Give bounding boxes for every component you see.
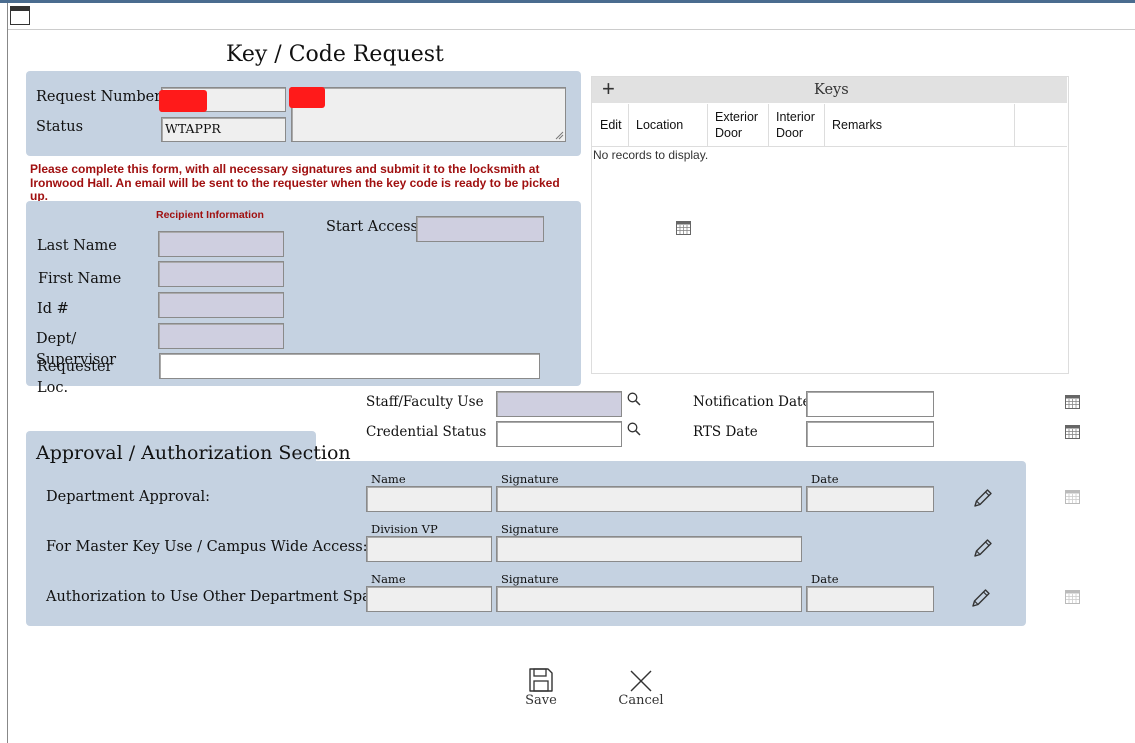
column-divider (628, 104, 629, 146)
search-icon[interactable] (627, 422, 641, 436)
recipient-section-label: Recipient Information (156, 209, 264, 221)
column-location[interactable]: Location (636, 117, 683, 133)
status-field: WTAPPR (161, 117, 286, 142)
notification-date-label: Notification Date (693, 394, 811, 410)
column-divider (1014, 104, 1015, 146)
master-signature-col-label: Signature (501, 522, 559, 536)
requester-loc-label: Loc. (37, 380, 69, 396)
window-top-border (0, 0, 1135, 3)
column-divider (768, 104, 769, 146)
save-icon (529, 668, 553, 692)
staff-faculty-field[interactable] (496, 391, 622, 417)
start-access-field[interactable] (416, 216, 544, 242)
other-department-label: Authorization to Use Other Department Sp… (46, 589, 388, 605)
keys-title: Keys (814, 82, 849, 98)
dept-approval-date-field[interactable] (806, 486, 934, 512)
requester-label: Requester (37, 359, 113, 375)
dept-approval-signature-field[interactable] (496, 486, 802, 512)
pencil-icon[interactable] (970, 587, 992, 609)
calendar-icon (1065, 490, 1080, 504)
requester-location-field[interactable] (159, 353, 540, 379)
redacted-request-number (159, 90, 207, 112)
notification-date-field[interactable] (806, 391, 934, 417)
credential-status-field[interactable] (496, 421, 622, 447)
search-icon[interactable] (627, 392, 641, 406)
add-key-button[interactable]: + (602, 76, 615, 102)
pencil-icon[interactable] (972, 537, 994, 559)
cancel-button[interactable]: Cancel (615, 665, 667, 710)
column-remarks[interactable]: Remarks (832, 117, 882, 133)
instructions-notice: Please complete this form, with all nece… (30, 162, 560, 203)
resize-grip-icon[interactable] (554, 130, 564, 140)
last-name-label: Last Name (37, 238, 117, 254)
other-name-col-label: Name (371, 572, 406, 586)
division-vp-field[interactable] (366, 536, 492, 562)
save-label: Save (525, 693, 557, 708)
column-interior-door[interactable]: Interior Door (776, 109, 820, 141)
column-exterior-door[interactable]: Exterior Door (715, 109, 765, 141)
dept-date-col-label: Date (811, 472, 839, 486)
calendar-icon[interactable] (1065, 425, 1080, 439)
column-edit[interactable]: Edit (600, 117, 622, 133)
division-vp-col-label: Division VP (371, 522, 438, 536)
other-name-field[interactable] (366, 586, 492, 612)
dept-supervisor-field[interactable] (158, 323, 284, 349)
other-signature-col-label: Signature (501, 572, 559, 586)
dept-label: Dept/ (36, 331, 77, 347)
approval-section-title: Approval / Authorization Section (36, 442, 351, 464)
last-name-field[interactable] (158, 231, 284, 257)
title-separator (8, 29, 1135, 30)
dept-name-col-label: Name (371, 472, 406, 486)
redacted-request-notes (289, 87, 325, 108)
calendar-icon (1065, 590, 1080, 604)
window-left-border (7, 3, 8, 743)
column-divider (824, 104, 825, 146)
calendar-icon[interactable] (1065, 395, 1080, 409)
request-notes-textarea[interactable] (291, 87, 566, 142)
id-label: Id # (37, 301, 69, 317)
save-button[interactable]: Save (516, 665, 566, 710)
close-icon (630, 670, 652, 692)
credential-status-label: Credential Status (366, 424, 487, 440)
rts-date-field[interactable] (806, 421, 934, 447)
start-access-label: Start Access (326, 219, 418, 235)
other-date-field[interactable] (806, 586, 934, 612)
cancel-label: Cancel (618, 693, 664, 708)
status-label: Status (36, 119, 84, 135)
master-key-label: For Master Key Use / Campus Wide Access: (46, 539, 368, 555)
department-approval-label: Department Approval: (46, 489, 211, 505)
staff-faculty-label: Staff/Faculty Use (366, 394, 484, 410)
other-date-col-label: Date (811, 572, 839, 586)
rts-date-label: RTS Date (693, 424, 758, 440)
dept-approval-name-field[interactable] (366, 486, 492, 512)
other-signature-field[interactable] (496, 586, 802, 612)
dept-signature-col-label: Signature (501, 472, 559, 486)
calendar-icon[interactable] (676, 221, 691, 235)
first-name-field[interactable] (158, 261, 284, 287)
first-name-label: First Name (38, 271, 122, 287)
window-icon[interactable] (10, 6, 30, 25)
column-divider (707, 104, 708, 146)
master-signature-field[interactable] (496, 536, 802, 562)
id-field[interactable] (158, 292, 284, 318)
request-number-label: Request Number (36, 89, 162, 105)
pencil-icon[interactable] (972, 487, 994, 509)
page-title: Key / Code Request (226, 42, 444, 67)
keys-empty-message: No records to display. (593, 148, 709, 162)
